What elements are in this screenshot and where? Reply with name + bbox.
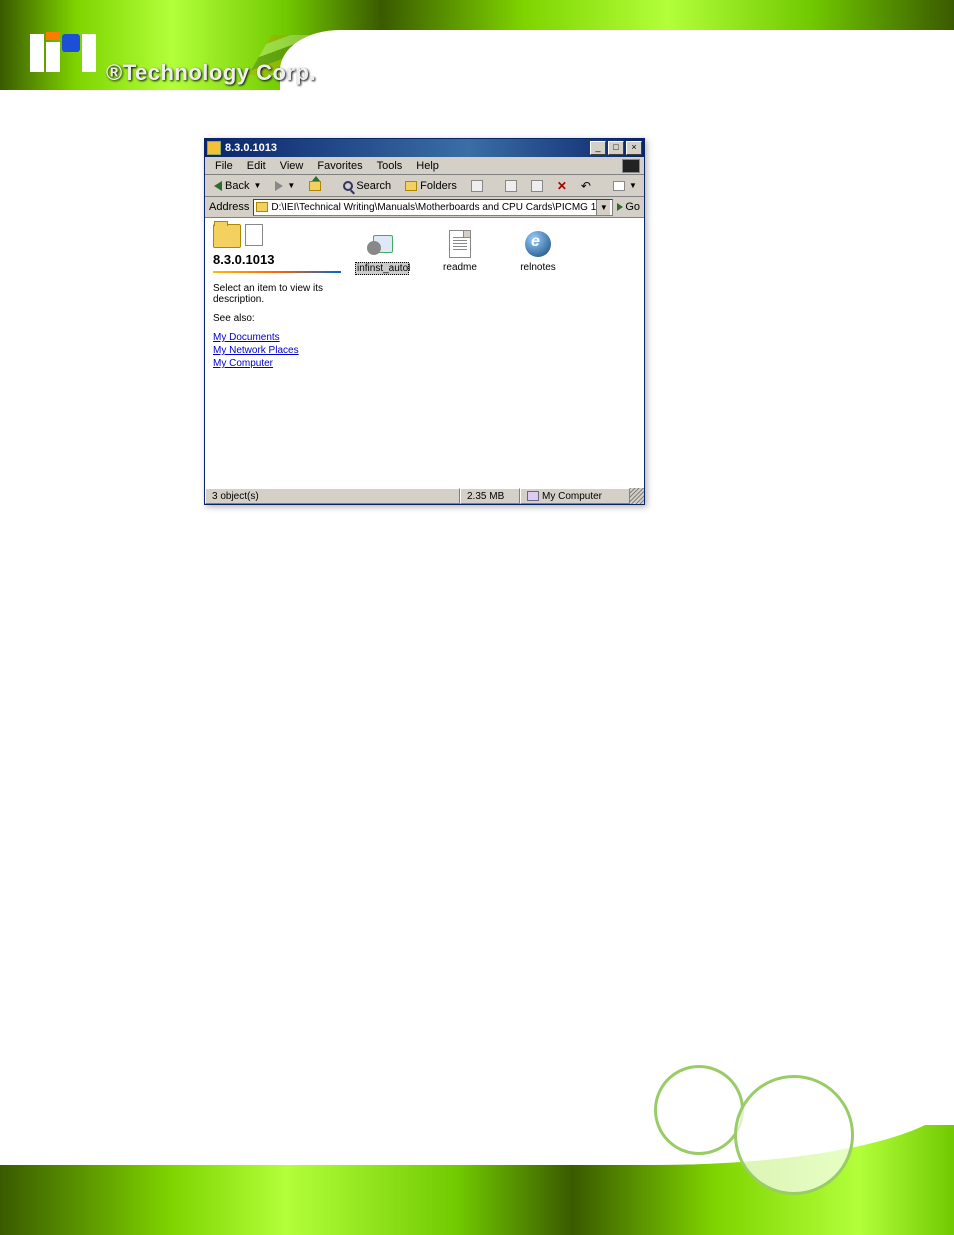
pane-prompt: Select an item to view its description. (213, 283, 341, 305)
folder-icon (207, 141, 221, 155)
brand-name: Technology Corp. (123, 60, 316, 85)
undo-icon: ↶ (581, 179, 591, 193)
menu-file[interactable]: File (209, 159, 239, 173)
menu-view[interactable]: View (274, 159, 310, 173)
back-label: Back (225, 180, 249, 192)
menu-tools[interactable]: Tools (371, 159, 409, 173)
forward-button[interactable]: ▼ (270, 178, 300, 193)
search-button[interactable]: Search (338, 178, 396, 194)
titlebar[interactable]: 8.3.0.1013 _ □ × (205, 139, 644, 157)
back-arrow-icon (214, 181, 222, 191)
go-arrow-icon (617, 203, 623, 211)
folders-label: Folders (420, 180, 457, 192)
address-dropdown-icon[interactable]: ▼ (596, 200, 610, 215)
address-input[interactable]: D:\IEI\Technical Writing\Manuals\Motherb… (253, 199, 613, 216)
back-dropdown-icon[interactable]: ▼ (253, 181, 261, 190)
address-path: D:\IEI\Technical Writing\Manuals\Motherb… (271, 202, 596, 213)
up-folder-icon (309, 181, 321, 191)
pane-title: 8.3.0.1013 (213, 252, 341, 267)
file-label: relnotes (511, 262, 565, 273)
exe-icon (367, 231, 397, 257)
forward-dropdown-icon[interactable]: ▼ (287, 181, 295, 190)
content-area: 8.3.0.1013 Select an item to view its de… (205, 218, 644, 487)
statusbar: 3 object(s) 2.35 MB My Computer (205, 487, 644, 504)
link-my-network-places[interactable]: My Network Places (213, 345, 341, 356)
moveto-icon (505, 180, 517, 192)
back-button[interactable]: Back ▼ (209, 178, 266, 194)
search-label: Search (356, 180, 391, 192)
file-list[interactable]: infinst_autol readme relnotes (349, 218, 644, 487)
go-label: Go (625, 201, 640, 213)
status-location: My Computer (520, 488, 630, 504)
go-button[interactable]: Go (617, 201, 640, 213)
copyto-icon (531, 180, 543, 192)
open-folder-icon (213, 224, 241, 248)
text-file-icon (449, 230, 471, 258)
link-my-documents[interactable]: My Documents (213, 332, 341, 343)
menu-help[interactable]: Help (410, 159, 445, 173)
doc-icon (245, 224, 263, 246)
toolbar: Back ▼ ▼ Search Folders ✕ ↶ ▼ (205, 175, 644, 197)
status-objects: 3 object(s) (205, 488, 460, 504)
resize-grip[interactable] (630, 488, 644, 504)
link-my-computer[interactable]: My Computer (213, 358, 341, 369)
up-button[interactable] (304, 179, 326, 193)
views-button[interactable]: ▼ (608, 179, 642, 193)
brand-reg: ® (106, 60, 123, 85)
forward-arrow-icon (275, 181, 283, 191)
explorer-window: 8.3.0.1013 _ □ × File Edit View Favorite… (204, 138, 645, 505)
address-folder-icon (256, 202, 268, 212)
history-button[interactable] (466, 178, 488, 194)
file-label: readme (433, 262, 487, 273)
file-infinst-autol[interactable]: infinst_autol (355, 228, 409, 275)
address-label: Address (209, 201, 249, 213)
file-relnotes[interactable]: relnotes (511, 228, 565, 273)
menu-favorites[interactable]: Favorites (311, 159, 368, 173)
delete-button[interactable]: ✕ (552, 177, 572, 195)
search-icon (343, 181, 353, 191)
views-icon (613, 181, 625, 191)
views-dropdown-icon[interactable]: ▼ (629, 181, 637, 190)
status-location-text: My Computer (542, 491, 602, 502)
maximize-button[interactable]: □ (608, 141, 624, 155)
see-also-label: See also: (213, 313, 341, 324)
file-readme[interactable]: readme (433, 228, 487, 273)
menubar: File Edit View Favorites Tools Help (205, 157, 644, 175)
minimize-button[interactable]: _ (590, 141, 606, 155)
brand-logo: ®Technology Corp. (30, 20, 316, 86)
copyto-button[interactable] (526, 178, 548, 194)
info-pane: 8.3.0.1013 Select an item to view its de… (205, 218, 349, 487)
html-file-icon (525, 231, 551, 257)
menu-edit[interactable]: Edit (241, 159, 272, 173)
undo-button[interactable]: ↶ (576, 177, 596, 195)
pane-divider (213, 271, 341, 273)
my-computer-icon (527, 491, 539, 501)
window-title: 8.3.0.1013 (225, 142, 590, 154)
status-size: 2.35 MB (460, 488, 520, 504)
history-icon (471, 180, 483, 192)
file-label: infinst_autol (355, 262, 409, 275)
page-footer-decor (0, 1125, 954, 1235)
throbber-icon (622, 159, 640, 173)
delete-icon: ✕ (557, 179, 567, 193)
folders-button[interactable]: Folders (400, 178, 462, 194)
folders-icon (405, 181, 417, 191)
moveto-button[interactable] (500, 178, 522, 194)
addressbar: Address D:\IEI\Technical Writing\Manuals… (205, 197, 644, 218)
close-button[interactable]: × (626, 141, 642, 155)
